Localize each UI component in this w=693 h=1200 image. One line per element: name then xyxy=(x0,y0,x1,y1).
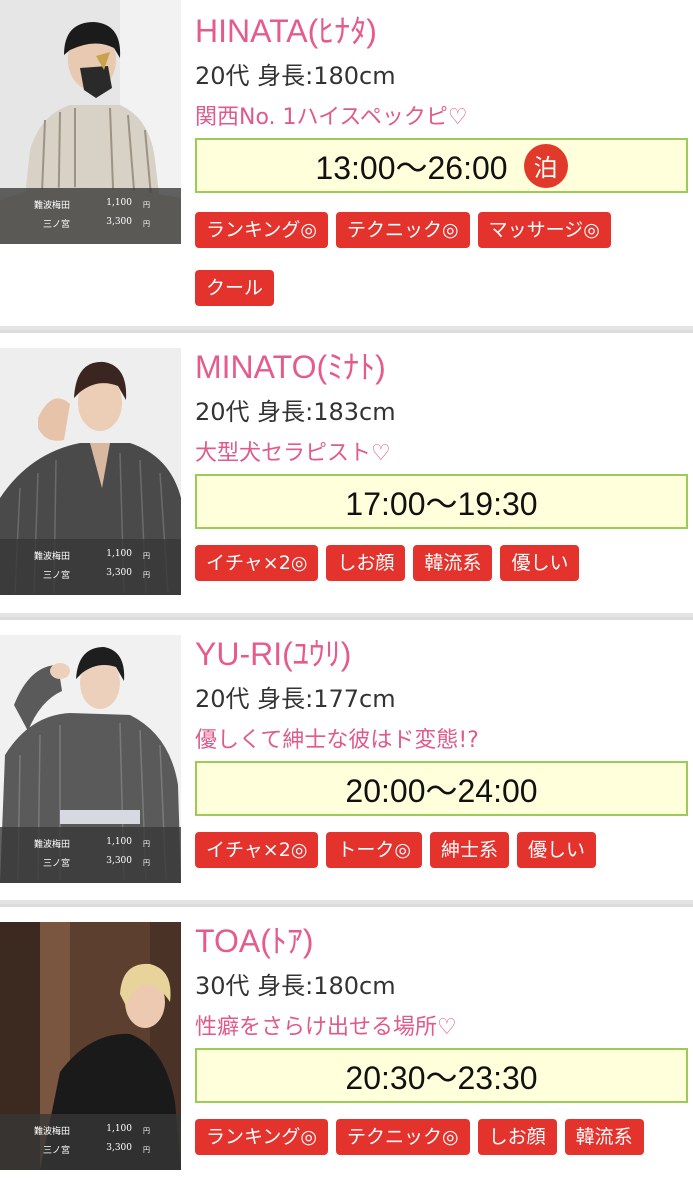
tag-list: ランキング◎ テクニック◎ しお顔 韓流系 xyxy=(195,1119,687,1177)
cast-card[interactable]: 難波梅田 1,100 円 三ノ宮 3,300 円 MINATO(ﾐﾅﾄ) 20代… xyxy=(0,330,693,617)
cast-stats: 20代 身長:183cm xyxy=(195,398,396,426)
tag[interactable]: テクニック◎ xyxy=(336,212,470,248)
price-row: 三ノ宮 3,300 円 xyxy=(0,217,181,236)
price-area: 難波梅田 xyxy=(33,1127,70,1137)
price-row: 三ノ宮 3,300 円 xyxy=(0,1143,181,1162)
price-row: 難波梅田 1,100 円 xyxy=(0,837,181,856)
price-yen: 円 xyxy=(143,840,150,848)
price-yen: 円 xyxy=(143,552,150,560)
price-amount: 1,100 xyxy=(106,198,132,208)
tag-list: イチャ×2◎ しお顔 韓流系 優しい xyxy=(195,545,687,603)
price-area: 三ノ宮 xyxy=(42,859,70,869)
work-time: 17:00〜19:30 xyxy=(345,485,538,522)
price-box: 難波梅田 1,100 円 三ノ宮 3,300 円 xyxy=(0,827,181,883)
work-time: 20:30〜23:30 xyxy=(345,1059,538,1096)
cast-name[interactable]: YU-RI(ﾕｳﾘ) xyxy=(195,631,687,677)
cast-info: MINATO(ﾐﾅﾄ) 20代 身長:183cm 大型犬セラピスト♡ 17:00… xyxy=(195,344,688,603)
price-amount: 3,300 xyxy=(106,568,132,578)
price-yen: 円 xyxy=(143,1127,150,1135)
cast-catchphrase: 優しくて紳士な彼はド変態!? xyxy=(195,728,479,753)
price-amount: 3,300 xyxy=(106,1143,132,1153)
price-box: 難波梅田 1,100 円 三ノ宮 3,300 円 xyxy=(0,1114,181,1170)
cast-stats: 20代 身長:177cm xyxy=(195,685,396,713)
price-area: 難波梅田 xyxy=(33,552,70,562)
price-yen: 円 xyxy=(143,859,150,867)
card-divider xyxy=(0,617,693,631)
price-row: 難波梅田 1,100 円 xyxy=(0,1124,181,1143)
work-time-box: 17:00〜19:30 xyxy=(195,474,688,529)
tag[interactable]: 優しい xyxy=(500,545,580,581)
cast-info: TOA(ﾄｱ) 30代 身長:180cm 性癖をさらけ出せる場所♡ 20:30〜… xyxy=(195,918,688,1177)
cast-photo[interactable]: 難波梅田 1,100 円 三ノ宮 3,300 円 xyxy=(0,635,181,883)
tag[interactable]: イチャ×2◎ xyxy=(195,832,319,868)
tag[interactable]: 韓流系 xyxy=(413,545,493,581)
tag[interactable]: 韓流系 xyxy=(564,1119,644,1155)
cast-catchphrase: 大型犬セラピスト♡ xyxy=(195,441,391,466)
work-time-box: 13:00〜26:00 泊 xyxy=(195,138,688,193)
price-amount: 1,100 xyxy=(106,837,132,847)
price-box: 難波梅田 1,100 円 三ノ宮 3,300 円 xyxy=(0,539,181,595)
tag[interactable]: マッサージ◎ xyxy=(477,212,611,248)
price-area: 難波梅田 xyxy=(33,840,70,850)
price-amount: 1,100 xyxy=(106,549,132,559)
tag-list: ランキング◎ テクニック◎ マッサージ◎ クール xyxy=(195,212,687,326)
cast-name[interactable]: MINATO(ﾐﾅﾄ) xyxy=(195,344,687,390)
cast-photo[interactable]: 難波梅田 1,100 円 三ノ宮 3,300 円 xyxy=(0,348,181,595)
cast-info: HINATA(ﾋﾅﾀ) 20代 身長:180cm 関西No. 1ハイスペックピ♡… xyxy=(195,8,688,326)
tag[interactable]: しお顔 xyxy=(477,1119,557,1155)
cast-card[interactable]: 難波梅田 1,100 円 三ノ宮 3,300 円 HINATA(ﾋﾅﾀ) 20代… xyxy=(0,0,693,330)
price-box: 難波梅田 1,100 円 三ノ宮 3,300 円 xyxy=(0,188,181,244)
cast-stats: 30代 身長:180cm xyxy=(195,972,396,1000)
price-row: 三ノ宮 3,300 円 xyxy=(0,568,181,587)
price-yen: 円 xyxy=(143,571,150,579)
cast-card[interactable]: 難波梅田 1,100 円 三ノ宮 3,300 円 YU-RI(ﾕｳﾘ) 20代 … xyxy=(0,617,693,904)
cast-info: YU-RI(ﾕｳﾘ) 20代 身長:177cm 優しくて紳士な彼はド変態!? 2… xyxy=(195,631,688,890)
price-yen: 円 xyxy=(143,220,150,228)
card-divider xyxy=(0,904,693,918)
price-row: 難波梅田 1,100 円 xyxy=(0,549,181,568)
price-amount: 3,300 xyxy=(106,856,132,866)
work-time: 20:00〜24:00 xyxy=(345,772,538,809)
cast-catchphrase: 性癖をさらけ出せる場所♡ xyxy=(195,1015,457,1040)
price-yen: 円 xyxy=(143,201,150,209)
price-amount: 1,100 xyxy=(106,1124,132,1134)
price-row: 三ノ宮 3,300 円 xyxy=(0,856,181,875)
cast-card[interactable]: 難波梅田 1,100 円 三ノ宮 3,300 円 TOA(ﾄｱ) 30代 身長:… xyxy=(0,904,693,1200)
cast-name[interactable]: TOA(ﾄｱ) xyxy=(195,918,687,964)
price-amount: 3,300 xyxy=(106,217,132,227)
tag[interactable]: ランキング◎ xyxy=(195,212,329,248)
tag-list: イチャ×2◎ トーク◎ 紳士系 優しい xyxy=(195,832,687,890)
cast-photo[interactable]: 難波梅田 1,100 円 三ノ宮 3,300 円 xyxy=(0,0,181,244)
tag[interactable]: しお顔 xyxy=(326,545,406,581)
tag[interactable]: 紳士系 xyxy=(430,832,510,868)
tag[interactable]: テクニック◎ xyxy=(336,1119,470,1155)
cast-list: 難波梅田 1,100 円 三ノ宮 3,300 円 HINATA(ﾋﾅﾀ) 20代… xyxy=(0,0,693,1200)
cast-stats: 20代 身長:180cm xyxy=(195,62,396,90)
work-time-box: 20:30〜23:30 xyxy=(195,1048,688,1103)
price-row: 難波梅田 1,100 円 xyxy=(0,198,181,217)
overnight-badge: 泊 xyxy=(523,143,568,188)
price-area: 三ノ宮 xyxy=(42,571,70,581)
tag[interactable]: ランキング◎ xyxy=(195,1119,329,1155)
cast-catchphrase: 関西No. 1ハイスペックピ♡ xyxy=(195,105,468,130)
price-yen: 円 xyxy=(143,1146,150,1154)
tag[interactable]: イチャ×2◎ xyxy=(195,545,319,581)
price-area: 難波梅田 xyxy=(33,201,70,211)
price-area: 三ノ宮 xyxy=(42,220,70,230)
cast-name[interactable]: HINATA(ﾋﾅﾀ) xyxy=(195,8,687,54)
price-area: 三ノ宮 xyxy=(42,1146,70,1156)
tag[interactable]: クール xyxy=(195,270,275,306)
cast-photo[interactable]: 難波梅田 1,100 円 三ノ宮 3,300 円 xyxy=(0,922,181,1170)
card-divider xyxy=(0,330,693,344)
tag[interactable]: 優しい xyxy=(517,832,597,868)
work-time: 13:00〜26:00 xyxy=(315,149,508,186)
tag[interactable]: トーク◎ xyxy=(326,832,422,868)
work-time-box: 20:00〜24:00 xyxy=(195,761,688,816)
